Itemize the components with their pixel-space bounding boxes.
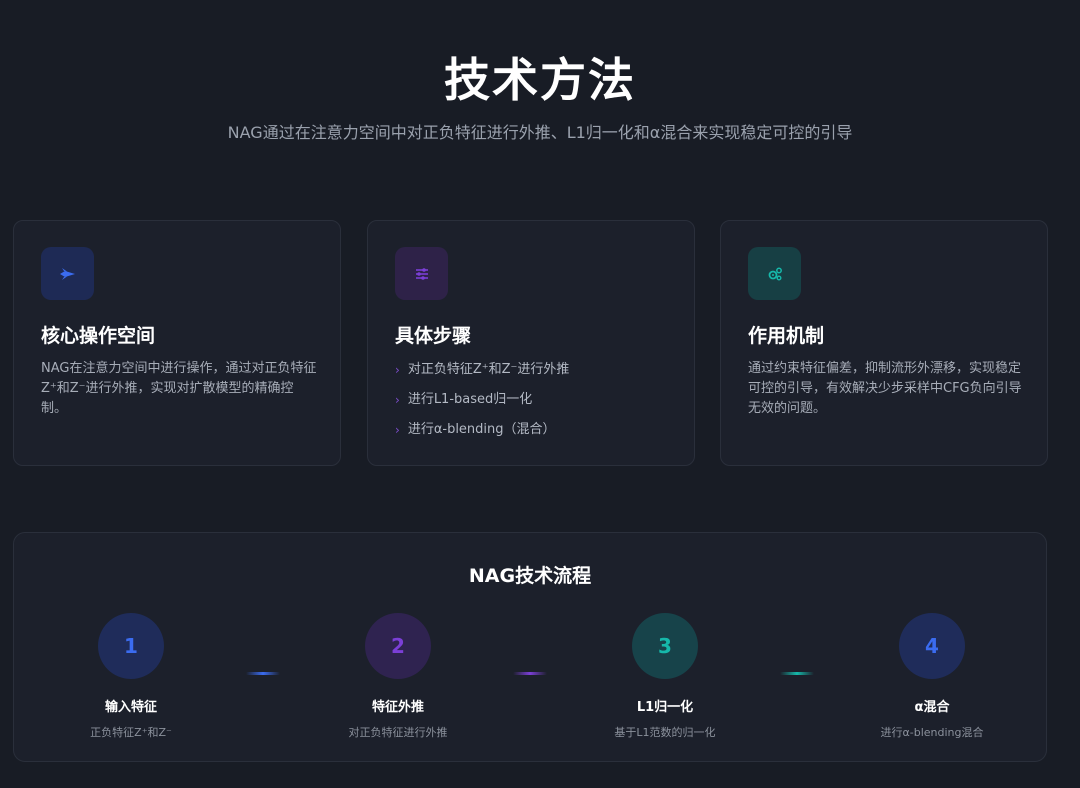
step-subtext: 正负特征Z⁺和Z⁻ <box>90 726 172 739</box>
flow-step: 4 α混合 进行α-blending混合 <box>832 613 1032 740</box>
page-subtitle: NAG通过在注意力空间中对正负特征进行外推、L1归一化和α混合来实现稳定可控的引… <box>227 123 853 142</box>
card-description: NAG在注意力空间中进行操作，通过对正负特征Z⁺和Z⁻进行外推，实现对扩散模型的… <box>41 361 317 416</box>
card-steps: 具体步骤 › 对正负特征Z⁺和Z⁻进行外推 › 进行L1-based归一化 › … <box>367 220 695 466</box>
step-number: 2 <box>365 613 431 679</box>
list-item: › 对正负特征Z⁺和Z⁻进行外推 <box>395 361 569 391</box>
flow-step: 2 特征外推 对正负特征进行外推 <box>298 613 498 740</box>
step-label: 输入特征 <box>104 700 157 715</box>
card-title: 作用机制 <box>748 325 825 347</box>
step-number: 3 <box>632 613 698 679</box>
card-core-space: 核心操作空间 NAG在注意力空间中进行操作，通过对正负特征Z⁺和Z⁻进行外推，实… <box>13 220 341 466</box>
list-item: › 进行α-blending（混合） <box>395 421 569 451</box>
rocket-icon <box>41 247 94 300</box>
step-subtext: 基于L1范数的归一化 <box>614 726 716 739</box>
flow-step: 1 输入特征 正负特征Z⁺和Z⁻ <box>31 613 231 740</box>
chevron-right-icon: › <box>395 393 400 407</box>
connector-line <box>513 672 547 675</box>
step-label: 特征外推 <box>371 700 424 715</box>
card-title: 核心操作空间 <box>41 325 156 347</box>
step-number: 4 <box>899 613 965 679</box>
connector-line <box>246 672 280 675</box>
card-title: 具体步骤 <box>395 325 472 347</box>
step-text: 进行α-blending（混合） <box>407 422 556 437</box>
step-subtext: 对正负特征进行外推 <box>348 726 448 739</box>
page-title: 技术方法 <box>444 53 636 107</box>
sliders-icon <box>395 247 448 300</box>
card-mechanism: 作用机制 通过约束特征偏差，抑制流形外漂移，实现稳定可控的引导，有效解决少步采样… <box>720 220 1048 466</box>
list-item: › 进行L1-based归一化 <box>395 391 569 421</box>
card-description: 通过约束特征偏差，抑制流形外漂移，实现稳定可控的引导，有效解决少步采样中CFG负… <box>748 361 1022 416</box>
step-text: 进行L1-based归一化 <box>407 392 533 407</box>
flow-panel: NAG技术流程 1 输入特征 正负特征Z⁺和Z⁻ 2 特征外推 对正负特征进行外… <box>13 532 1047 762</box>
chevron-right-icon: › <box>395 423 400 437</box>
flow-title: NAG技术流程 <box>468 565 592 587</box>
connector-line <box>780 672 814 675</box>
step-subtext: 进行α-blending混合 <box>880 726 984 739</box>
step-list: › 对正负特征Z⁺和Z⁻进行外推 › 进行L1-based归一化 › 进行α-b… <box>395 361 569 451</box>
step-number: 1 <box>98 613 164 679</box>
step-text: 对正负特征Z⁺和Z⁻进行外推 <box>407 362 570 377</box>
step-label: L1归一化 <box>636 700 694 715</box>
chevron-right-icon: › <box>395 363 400 377</box>
gears-icon <box>748 247 801 300</box>
flow-step: 3 L1归一化 基于L1范数的归一化 <box>565 613 765 740</box>
step-label: α混合 <box>914 700 950 715</box>
